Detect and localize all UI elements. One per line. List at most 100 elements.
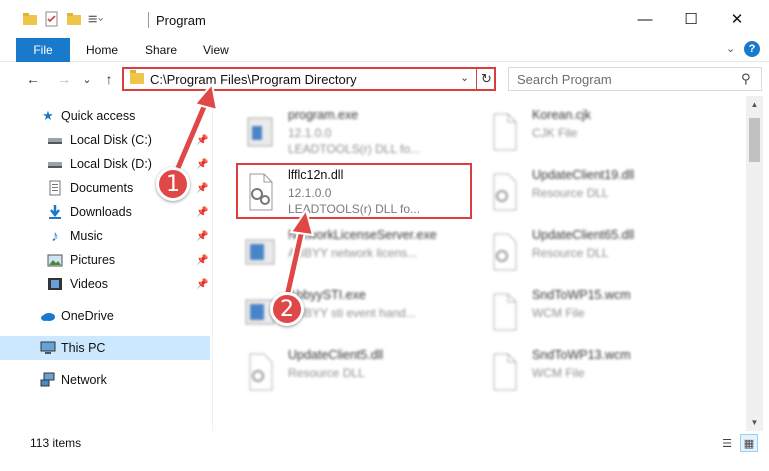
- pin-icon: 📌: [196, 278, 209, 290]
- file-name: UpdateClient5.dll: [288, 348, 384, 362]
- sidebar-item-music[interactable]: ♪ Music 📌: [0, 224, 210, 248]
- up-arrow-icon: ↑: [105, 71, 113, 87]
- chevron-down-icon[interactable]: ⌄: [460, 71, 469, 84]
- up-button[interactable]: ↑: [100, 70, 118, 88]
- network-icon: [40, 372, 55, 387]
- sidebar-item-label: Local Disk (D:): [70, 157, 152, 171]
- details-view-icon: ☰: [722, 437, 732, 450]
- chevron-down-icon: ⌄: [82, 73, 92, 86]
- cloud-icon: [41, 313, 55, 321]
- sidebar-item-this-pc[interactable]: This PC: [0, 336, 210, 360]
- refresh-button[interactable]: ↻: [476, 69, 496, 89]
- downloads-icon: [49, 205, 61, 219]
- file-item[interactable]: UpdateClient5.dll Resource DLL: [232, 344, 472, 404]
- file-item[interactable]: SndToWP15.wcm WCM File: [476, 284, 716, 344]
- recent-locations-button[interactable]: ⌄: [78, 70, 96, 88]
- scroll-down-icon[interactable]: ▼: [746, 414, 763, 431]
- status-bar: 113 items ☰ ▦: [0, 431, 769, 471]
- minimize-icon: —: [637, 10, 653, 28]
- file-item[interactable]: AbbyySTI.exe ABBYY sti event hand...: [232, 284, 472, 344]
- new-folder-icon[interactable]: [66, 11, 82, 27]
- scrollbar-thumb[interactable]: [749, 118, 760, 162]
- back-button[interactable]: ←: [24, 70, 42, 88]
- file-name: SndToWP13.wcm: [532, 348, 631, 362]
- file-item[interactable]: UpdateClient65.dll Resource DLL: [476, 224, 716, 284]
- file-icon: [493, 293, 517, 331]
- sidebar-item-label: Downloads: [70, 205, 132, 219]
- file-type: Resource DLL: [532, 246, 609, 260]
- star-icon: ★: [42, 108, 54, 123]
- pin-icon: 📌: [196, 134, 209, 146]
- sidebar-item-quick-access[interactable]: ★ Quick access: [0, 104, 210, 128]
- navigation-pane: ★ Quick access Local Disk (C:) 📌 Local D…: [0, 96, 210, 431]
- title-bar: Program — ☐ ✕: [0, 0, 769, 38]
- folder-icon: [23, 13, 37, 25]
- title-separator: [148, 12, 149, 28]
- vertical-scrollbar[interactable]: ▲ ▼: [746, 96, 763, 431]
- forward-button[interactable]: →: [55, 70, 73, 88]
- search-input[interactable]: Search Program ⚲: [508, 67, 762, 91]
- sidebar-item-downloads[interactable]: Downloads 📌: [0, 200, 210, 224]
- item-count: 113 items: [30, 436, 82, 450]
- address-bar[interactable]: C:\Program Files\Program Directory ⌄ ↻: [122, 67, 496, 91]
- dll-icon: [249, 353, 273, 391]
- scroll-up-icon[interactable]: ▲: [746, 96, 763, 113]
- sidebar-item-videos[interactable]: Videos 📌: [0, 272, 210, 296]
- file-type: WCM File: [532, 306, 585, 320]
- videos-icon: [48, 278, 62, 290]
- file-description: LEADTOOLS(r) DLL fo...: [288, 142, 421, 156]
- refresh-icon: ↻: [481, 71, 492, 86]
- maximize-button[interactable]: ☐: [668, 0, 714, 38]
- sidebar-item-label: Pictures: [70, 253, 116, 267]
- file-version: 12.1.0.0: [288, 126, 332, 140]
- sidebar-item-network[interactable]: Network: [0, 368, 210, 392]
- address-path[interactable]: C:\Program Files\Program Directory: [150, 72, 357, 87]
- expand-ribbon-icon[interactable]: ⌄: [726, 42, 735, 55]
- tab-home[interactable]: Home: [86, 38, 118, 62]
- exe-icon: [247, 117, 273, 147]
- quick-access-toolbar: [22, 11, 104, 27]
- folder-icon: [130, 70, 144, 84]
- sidebar-item-onedrive[interactable]: OneDrive: [0, 304, 210, 328]
- sidebar-item-label: Quick access: [61, 109, 136, 123]
- file-description: ABBYY sti event hand...: [288, 306, 416, 320]
- file-name: SndToWP15.wcm: [532, 288, 631, 302]
- tab-view[interactable]: View: [203, 38, 229, 62]
- minimize-button[interactable]: —: [622, 0, 668, 38]
- file-icon: [493, 113, 517, 151]
- file-item[interactable]: Korean.cjk CJK File: [476, 104, 716, 164]
- details-view-button[interactable]: ☰: [718, 434, 736, 452]
- pin-icon: 📌: [196, 254, 209, 266]
- pictures-icon: [47, 254, 63, 267]
- tab-share[interactable]: Share: [145, 38, 177, 62]
- file-name: UpdateClient65.dll: [532, 228, 635, 242]
- file-highlight-box: [236, 163, 472, 219]
- drive-icon: [48, 162, 62, 168]
- file-item[interactable]: NetworkLicenseServer.exe ABBYY network l…: [232, 224, 472, 284]
- search-icon[interactable]: ⚲: [741, 71, 751, 87]
- tab-file[interactable]: File: [16, 38, 70, 62]
- pin-icon: 📌: [196, 182, 209, 194]
- file-item[interactable]: program.exe 12.1.0.0 LEADTOOLS(r) DLL fo…: [232, 104, 472, 164]
- file-icon: [493, 353, 517, 391]
- close-icon: ✕: [730, 11, 744, 28]
- file-type: WCM File: [532, 366, 585, 380]
- exe-icon: [245, 239, 275, 265]
- computer-icon: [40, 341, 56, 354]
- help-icon[interactable]: ?: [744, 41, 760, 57]
- file-item[interactable]: UpdateClient19.dll Resource DLL: [476, 164, 716, 224]
- sidebar-item-pictures[interactable]: Pictures 📌: [0, 248, 210, 272]
- customize-toolbar-icon[interactable]: [88, 11, 104, 27]
- close-button[interactable]: ✕: [714, 0, 760, 38]
- sidebar-item-local-disk-c[interactable]: Local Disk (C:) 📌: [0, 128, 210, 152]
- file-item[interactable]: SndToWP13.wcm WCM File: [476, 344, 716, 404]
- navigation-bar: ← → ⌄ ↑ C:\Program Files\Program Directo…: [0, 62, 769, 96]
- back-arrow-icon: ←: [26, 71, 40, 87]
- large-icons-view-button[interactable]: ▦: [740, 434, 758, 452]
- file-type: Resource DLL: [288, 366, 365, 380]
- properties-icon[interactable]: [44, 11, 60, 27]
- pane-divider[interactable]: [212, 96, 213, 431]
- ribbon: File Home Share View ⌄ ?: [0, 38, 769, 62]
- pin-icon: 📌: [196, 158, 209, 170]
- window-title: Program: [156, 13, 206, 28]
